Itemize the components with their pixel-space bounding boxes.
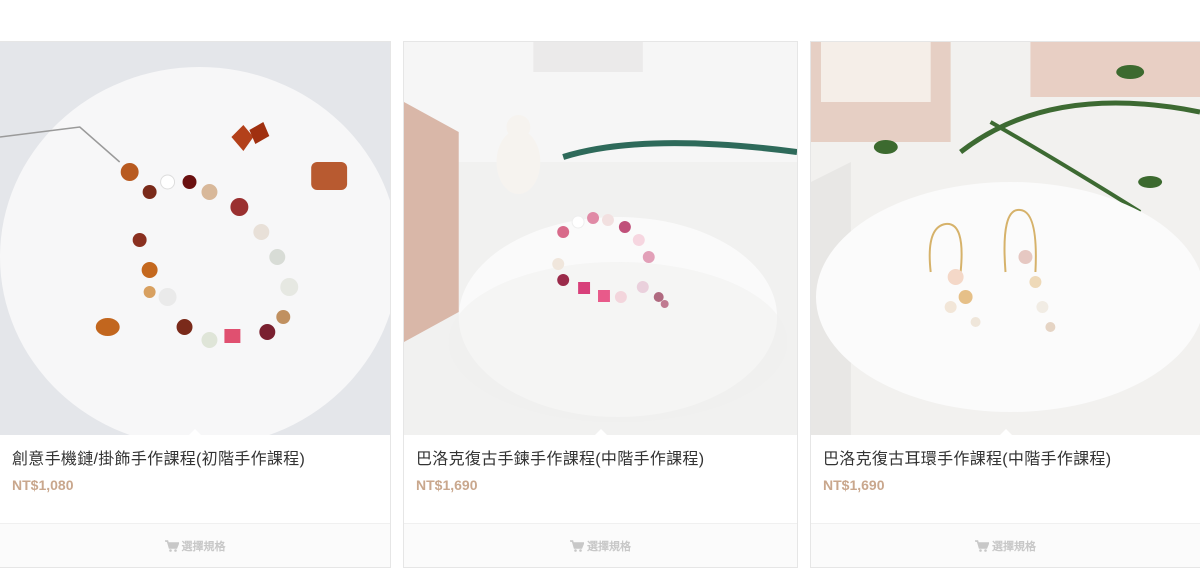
select-spec-button[interactable]: 選擇規格 xyxy=(811,523,1200,567)
product-photo-earrings xyxy=(811,42,1200,435)
cart-icon xyxy=(164,539,179,552)
product-price: NT$1,080 xyxy=(12,477,74,493)
product-image[interactable] xyxy=(0,42,390,435)
cart-icon xyxy=(570,539,584,552)
image-notch xyxy=(999,429,1012,435)
product-price: NT$1,690 xyxy=(416,477,478,493)
product-title[interactable]: 創意手機鏈/掛飾手作課程(初階手作課程) xyxy=(12,449,382,471)
product-photo-bracelet xyxy=(404,42,797,435)
product-card[interactable]: 巴洛克復古耳環手作課程(中階手作課程) NT$1,690 選擇規格 xyxy=(810,41,1200,568)
product-title[interactable]: 巴洛克復古手鍊手作課程(中階手作課程) xyxy=(416,449,789,471)
select-spec-label: 選擇規格 xyxy=(181,540,226,553)
select-spec-label: 選擇規格 xyxy=(587,540,631,553)
image-notch xyxy=(189,429,201,435)
product-photo-phone-charm xyxy=(0,42,390,435)
product-card[interactable]: 創意手機鏈/掛飾手作課程(初階手作課程) NT$1,080 選擇規格 xyxy=(0,41,391,568)
product-image[interactable] xyxy=(404,42,797,435)
image-notch xyxy=(594,429,607,435)
product-price: NT$1,690 xyxy=(823,477,885,493)
select-spec-label: 選擇規格 xyxy=(992,540,1036,553)
product-title[interactable]: 巴洛克復古耳環手作課程(中階手作課程) xyxy=(823,449,1192,471)
select-spec-button[interactable]: 選擇規格 xyxy=(404,523,797,567)
product-grid: 創意手機鏈/掛飾手作課程(初階手作課程) NT$1,080 選擇規格 巴洛克復古… xyxy=(0,41,1200,569)
cart-icon xyxy=(975,539,989,552)
product-card[interactable]: 巴洛克復古手鍊手作課程(中階手作課程) NT$1,690 選擇規格 xyxy=(403,41,798,568)
select-spec-button[interactable]: 選擇規格 xyxy=(0,523,390,567)
product-image[interactable] xyxy=(811,42,1200,435)
